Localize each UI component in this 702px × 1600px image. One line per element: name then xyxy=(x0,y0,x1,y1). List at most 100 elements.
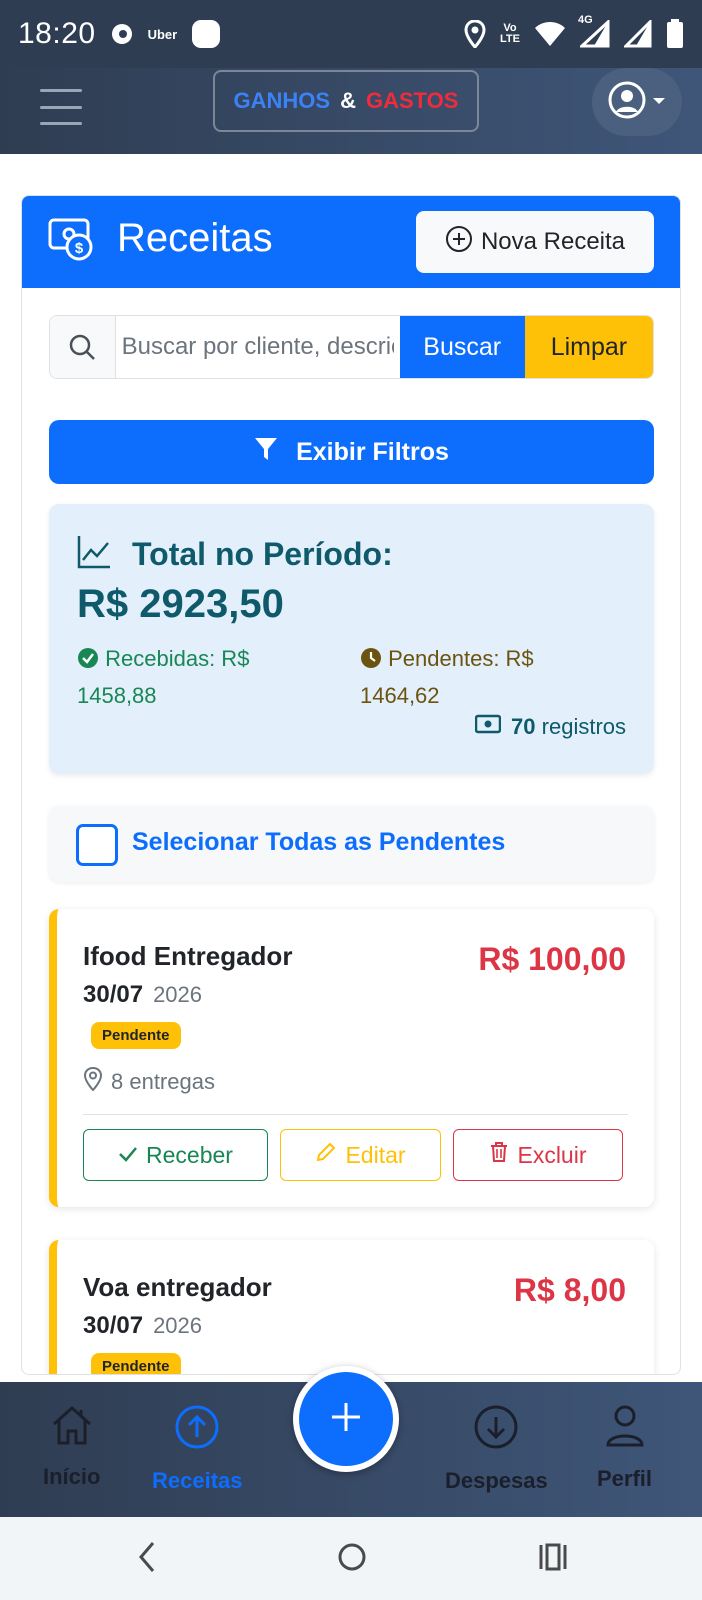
brand-gastos: GASTOS xyxy=(365,88,459,113)
check-icon xyxy=(118,1142,138,1169)
entry-location: 8 entregas xyxy=(83,1066,215,1097)
home-circle-icon[interactable] xyxy=(336,1539,368,1580)
signal-4g-icon: 4G xyxy=(578,14,610,48)
new-receita-button[interactable]: Nova Receita xyxy=(416,211,654,273)
nav-despesas-label: Despesas xyxy=(445,1468,548,1493)
square-notification-icon xyxy=(191,19,221,49)
entry-day: 30/07 xyxy=(83,1312,144,1339)
filter-icon xyxy=(254,436,278,469)
select-all-checkbox[interactable] xyxy=(76,824,118,866)
menu-bar xyxy=(40,122,82,125)
location-icon xyxy=(464,20,486,48)
entry-year: 2026 xyxy=(153,982,203,1007)
arrow-down-circle-icon xyxy=(473,1404,519,1456)
edit-button[interactable]: Editar xyxy=(280,1129,441,1181)
user-avatar-icon xyxy=(608,81,646,124)
trash-icon xyxy=(489,1141,509,1169)
plus-icon xyxy=(328,1399,364,1440)
nav-receitas-label: Receitas xyxy=(152,1468,243,1493)
receita-item: Voa entregador R$ 8,00 30/07 2026 Pendent… xyxy=(49,1240,654,1374)
records-number: 70 xyxy=(511,714,536,739)
divider xyxy=(83,1114,628,1115)
network-type-label: 4G xyxy=(578,14,593,26)
period-summary: Total no Período: R$ 2923,50 Recebidas: … xyxy=(49,504,654,774)
pending-label: Pendentes: R$ xyxy=(388,646,534,671)
system-nav-bar xyxy=(0,1517,702,1600)
receitas-card: $ Receitas Nova Receita Buscar Limpar Ex… xyxy=(21,195,681,1375)
nav-receitas[interactable]: Receitas xyxy=(152,1404,243,1494)
entry-name: Ifood Entregador xyxy=(83,941,293,971)
chevron-down-icon xyxy=(652,93,666,111)
battery-icon xyxy=(666,19,684,49)
summary-title: Total no Período: xyxy=(132,536,393,572)
menu-toggle-button[interactable] xyxy=(40,86,82,128)
new-receita-label: Nova Receita xyxy=(480,228,626,255)
brand-ampersand: & xyxy=(340,88,356,113)
top-navbar: GANHOS & GASTOS xyxy=(0,68,702,154)
entry-name: Voa entregador xyxy=(83,1272,272,1302)
status-bar: 18:20 Uber Vo LTE 4G xyxy=(0,0,702,68)
search-button[interactable]: Buscar xyxy=(399,316,525,378)
home-icon xyxy=(50,1404,94,1452)
nav-home[interactable]: Início xyxy=(43,1404,100,1490)
volte-icon: Vo LTE xyxy=(500,23,520,45)
edit-label: Editar xyxy=(345,1141,406,1168)
select-all-pending: Selecionar Todas as Pendentes xyxy=(49,806,654,882)
records-count: 70 registros xyxy=(474,714,626,740)
map-pin-icon xyxy=(83,1066,103,1097)
svg-text:$: $ xyxy=(75,240,84,257)
cash-icon xyxy=(474,714,502,740)
nav-perfil-label: Perfil xyxy=(597,1466,653,1491)
receive-label: Receber xyxy=(146,1141,233,1168)
show-filters-button[interactable]: Exibir Filtros xyxy=(49,420,654,484)
entry-date: 30/07 2026 xyxy=(83,981,202,1009)
brand-logo[interactable]: GANHOS & GASTOS xyxy=(213,70,479,132)
entry-year: 2026 xyxy=(153,1313,203,1338)
user-menu-button[interactable] xyxy=(592,68,682,136)
signal-icon xyxy=(624,20,652,48)
nav-perfil[interactable]: Perfil xyxy=(597,1404,652,1492)
clear-button[interactable]: Limpar xyxy=(524,316,653,378)
plus-circle-icon xyxy=(445,225,473,260)
recent-apps-icon[interactable] xyxy=(537,1539,569,1580)
menu-bar xyxy=(40,89,82,92)
receita-item: Ifood Entregador R$ 100,00 30/07 2026 Pen… xyxy=(49,909,654,1207)
chart-line-icon xyxy=(76,534,112,575)
show-filters-label: Exibir Filtros xyxy=(296,437,449,466)
received-summary: Recebidas: R$ 1458,88 xyxy=(77,642,327,713)
volte-bottom-text: LTE xyxy=(500,33,520,45)
back-icon[interactable] xyxy=(135,1539,159,1580)
entry-date: 30/07 2026 xyxy=(83,1312,202,1340)
person-icon xyxy=(605,1404,645,1454)
entry-amount: R$ 8,00 xyxy=(513,1272,626,1308)
select-all-label[interactable]: Selecionar Todas as Pendentes xyxy=(132,828,505,857)
receive-button[interactable]: Receber xyxy=(83,1129,268,1181)
status-time: 18:20 xyxy=(18,17,96,50)
menu-bar xyxy=(40,105,82,109)
search-icon xyxy=(50,316,116,378)
status-badge: Pendente xyxy=(91,1022,181,1049)
arrow-up-circle-icon xyxy=(174,1404,220,1456)
uber-notification-label: Uber xyxy=(147,26,178,42)
notification-app-icon xyxy=(110,22,134,46)
pending-summary: Pendentes: R$ 1464,62 xyxy=(360,642,620,713)
summary-total: R$ 2923,50 xyxy=(77,582,284,626)
status-badge: Pendente xyxy=(91,1353,181,1374)
received-value: 1458,88 xyxy=(77,683,157,708)
records-label: registros xyxy=(541,714,626,739)
pending-value: 1464,62 xyxy=(360,683,440,708)
nav-despesas[interactable]: Despesas xyxy=(445,1404,548,1494)
check-circle-icon xyxy=(77,645,99,679)
search-bar: Buscar Limpar xyxy=(49,315,654,379)
nav-home-label: Início xyxy=(43,1464,101,1489)
clock-icon xyxy=(360,645,382,679)
page-title: Receitas xyxy=(117,216,273,260)
wifi-icon xyxy=(534,21,566,47)
delete-button[interactable]: Excluir xyxy=(453,1129,623,1181)
add-fab-button[interactable] xyxy=(293,1366,399,1472)
search-input[interactable] xyxy=(115,316,400,378)
entry-amount: R$ 100,00 xyxy=(478,941,626,977)
entry-location-text: 8 entregas xyxy=(111,1069,215,1094)
delete-label: Excluir xyxy=(517,1141,587,1168)
card-header: $ Receitas Nova Receita xyxy=(22,196,680,288)
